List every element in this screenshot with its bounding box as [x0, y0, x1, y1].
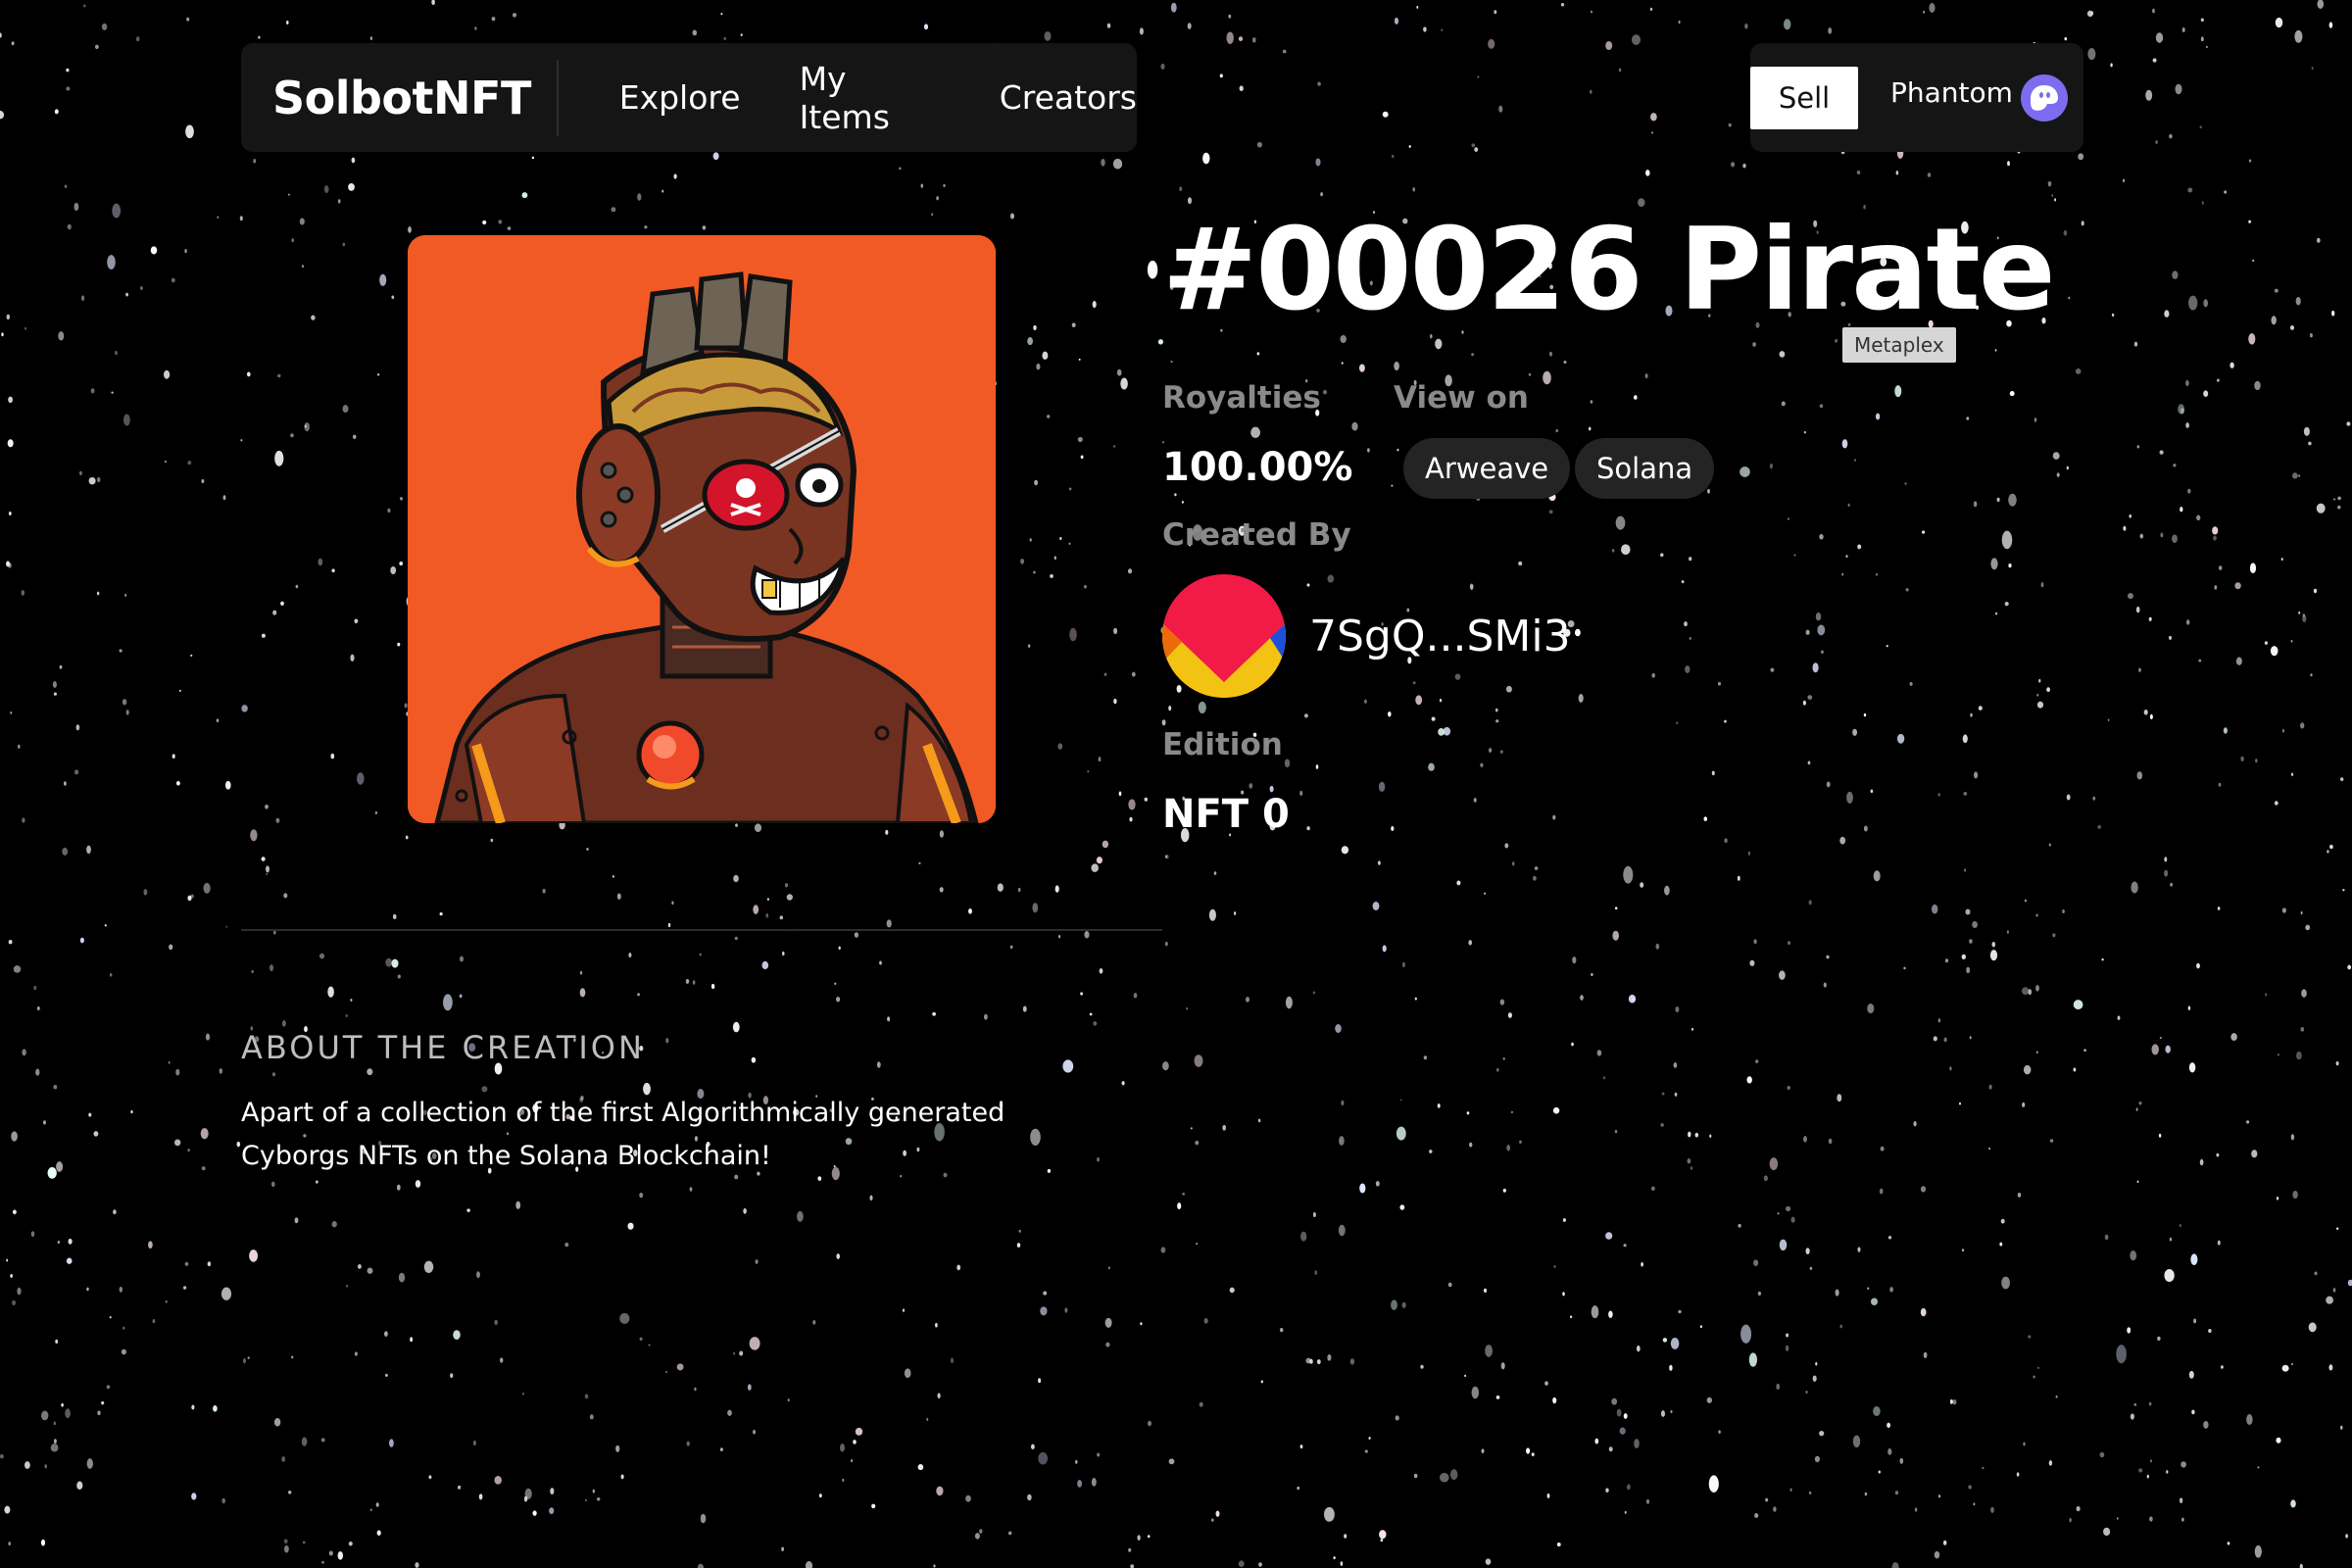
- nav-link-explore[interactable]: Explore: [619, 78, 741, 117]
- created-by-label: Created By: [1162, 517, 1351, 553]
- section-divider: [241, 929, 1162, 931]
- nav-divider: [556, 59, 559, 136]
- nav-link-my-items[interactable]: My Items: [800, 60, 941, 136]
- royalties-label: Royalties: [1162, 380, 1321, 416]
- phantom-ghost-icon[interactable]: [2021, 74, 2068, 122]
- creator-address[interactable]: 7SgQ...SMi3: [1309, 612, 1571, 662]
- wallet-bar: Sell Phantom: [1750, 43, 2083, 152]
- view-on-solana-button[interactable]: Solana: [1575, 438, 1715, 499]
- edition-label: Edition: [1162, 727, 1283, 762]
- top-nav: SolbotNFT Explore My Items Creators: [241, 43, 1137, 152]
- view-on-label: View on: [1394, 380, 1529, 416]
- item-title: #00026 Pirate: [1162, 204, 2056, 336]
- sell-button[interactable]: Sell: [1750, 67, 1858, 129]
- wallet-name[interactable]: Phantom: [1890, 76, 2013, 109]
- creator-identicon[interactable]: [1162, 574, 1286, 698]
- brand-logo[interactable]: SolbotNFT: [272, 72, 531, 124]
- edition-value: NFT 0: [1162, 792, 1290, 837]
- view-on-arweave-button[interactable]: Arweave: [1403, 438, 1571, 499]
- about-title: ABOUT THE CREATION: [241, 1029, 645, 1066]
- cyborg-pirate-illustration: [408, 235, 996, 823]
- about-text: Apart of a collection of the first Algor…: [241, 1098, 1005, 1171]
- royalties-value: 100.00%: [1162, 445, 1353, 490]
- app-root: SolbotNFT Explore My Items Creators Sell…: [0, 0, 2352, 1568]
- nft-artwork[interactable]: [408, 235, 996, 823]
- metaplex-tooltip: Metaplex: [1842, 327, 1956, 363]
- nav-link-creators[interactable]: Creators: [1000, 78, 1137, 117]
